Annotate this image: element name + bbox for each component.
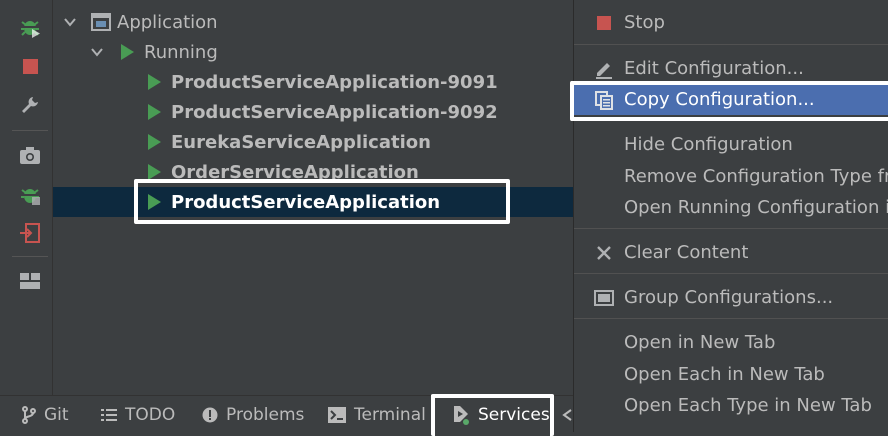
service-label: ProductServiceApplication-9091 — [171, 71, 498, 93]
services-tree: Application Running ProductServiceApplic… — [53, 0, 573, 395]
chevron-down-icon[interactable] — [63, 15, 77, 29]
tree-item-service[interactable]: EurekaServiceApplication — [53, 127, 573, 157]
menu-item-open-in-new-tab[interactable]: Open in New Tab — [574, 327, 888, 358]
camera-icon[interactable] — [17, 142, 43, 168]
stop-icon[interactable] — [17, 53, 43, 79]
chevron-down-icon[interactable] — [90, 45, 104, 59]
run-icon — [148, 104, 161, 120]
tab-label: TODO — [125, 404, 176, 425]
menu-item-remove-configuration-type[interactable]: Remove Configuration Type from Services — [574, 161, 888, 192]
application-icon — [91, 13, 111, 31]
tab-label: Git — [44, 404, 69, 425]
run-icon — [121, 44, 134, 60]
service-label: OrderServiceApplication — [171, 161, 419, 183]
tab-label: Terminal — [354, 404, 426, 425]
tab-label: Problems — [226, 404, 305, 425]
menu-item-group-configurations[interactable]: Group Configurations... — [574, 282, 888, 313]
more-tabs-icon[interactable] — [562, 396, 572, 433]
tree-node-running[interactable]: Running — [53, 37, 573, 67]
run-icon — [148, 164, 161, 180]
tree-item-service-selected[interactable]: ProductServiceApplication — [53, 187, 573, 217]
services-toolbar — [0, 0, 53, 395]
run-icon — [148, 74, 161, 90]
copy-icon — [594, 90, 614, 110]
todo-tab[interactable]: TODO — [101, 396, 175, 433]
pencil-icon — [594, 59, 614, 79]
menu-item-copy-configuration[interactable]: Copy Configuration... — [574, 84, 888, 115]
menu-item-open-running-configuration[interactable]: Open Running Configuration in Editor — [574, 192, 888, 223]
menu-item-clear-content[interactable]: Clear Content — [574, 237, 888, 268]
run-icon — [148, 194, 161, 210]
menu-item-open-each-in-new-tab[interactable]: Open Each in New Tab — [574, 359, 888, 390]
layout-icon[interactable] — [17, 268, 43, 294]
terminal-icon — [328, 406, 346, 423]
tree-item-service[interactable]: OrderServiceApplication — [53, 157, 573, 187]
exit-icon[interactable] — [17, 220, 43, 246]
debug-icon[interactable] — [17, 182, 43, 208]
git-branch-icon — [22, 405, 36, 424]
run-icon — [148, 134, 161, 150]
menu-item-stop[interactable]: Stop — [574, 7, 888, 38]
context-menu: Stop Edit Configuration... Copy Configur… — [573, 0, 888, 432]
tool-window-bar: Git TODO Problems Terminal Services — [0, 395, 573, 433]
service-label: EurekaServiceApplication — [171, 131, 431, 153]
service-label: ProductServiceApplication — [171, 191, 441, 213]
stop-icon — [594, 13, 614, 33]
debug-icon[interactable] — [17, 14, 43, 40]
menu-top-edge — [574, 0, 888, 3]
folder-icon — [594, 288, 614, 308]
tree-node-application[interactable]: Application — [53, 7, 573, 37]
tab-label: Services — [478, 404, 550, 425]
git-tab[interactable]: Git — [22, 396, 69, 433]
services-icon — [450, 405, 470, 425]
tree-node-label: Application — [117, 11, 218, 33]
wrench-icon[interactable] — [17, 92, 43, 118]
tree-item-service[interactable]: ProductServiceApplication-9091 — [53, 67, 573, 97]
terminal-tab[interactable]: Terminal — [328, 396, 426, 433]
menu-item-open-each-type-in-new-tab[interactable]: Open Each Type in New Tab — [574, 390, 888, 421]
problems-tab[interactable]: Problems — [202, 396, 304, 433]
services-tab[interactable]: Services — [450, 396, 550, 433]
menu-item-edit-configuration[interactable]: Edit Configuration... — [574, 53, 888, 84]
menu-item-hide-configuration[interactable]: Hide Configuration — [574, 129, 888, 160]
list-icon — [101, 408, 117, 422]
tree-node-label: Running — [144, 41, 218, 63]
problems-icon — [202, 407, 218, 423]
service-label: ProductServiceApplication-9092 — [171, 101, 498, 123]
tree-item-service[interactable]: ProductServiceApplication-9092 — [53, 97, 573, 127]
close-icon — [594, 243, 614, 263]
